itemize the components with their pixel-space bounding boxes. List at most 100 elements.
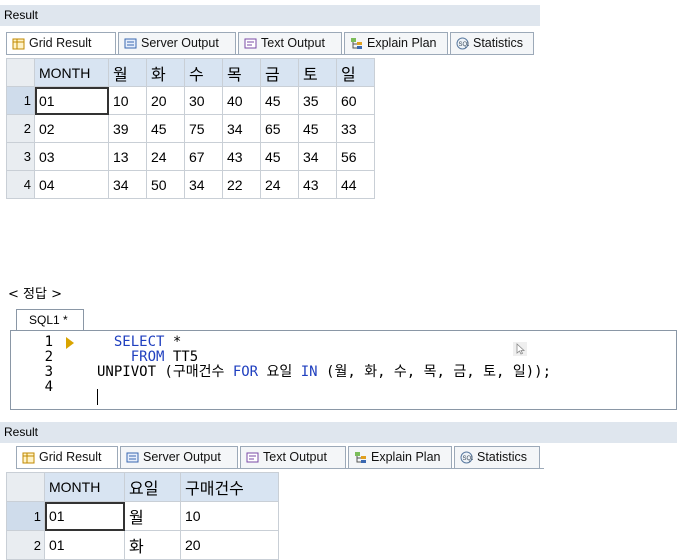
- table-cell[interactable]: 34: [108, 170, 147, 199]
- table-cell[interactable]: 34: [298, 142, 337, 171]
- current-line-arrow-icon: [66, 337, 74, 349]
- column-header[interactable]: 요일: [124, 472, 181, 502]
- table-cell[interactable]: 10: [108, 86, 147, 115]
- sql-editor[interactable]: 1 2 3 4 SELECT * FROM TT5 UNPIVOT (구매건수 …: [10, 330, 677, 410]
- table-cell[interactable]: 01: [34, 86, 109, 115]
- result-title: Result: [4, 425, 39, 439]
- sql-keyword: FROM: [130, 349, 165, 365]
- statistics-icon: SQL: [455, 36, 469, 50]
- table-cell[interactable]: 10: [180, 501, 279, 531]
- result-tab-strip: Grid Result Server Output Text Output Ex…: [16, 446, 544, 470]
- table-cell[interactable]: 13: [108, 142, 147, 171]
- row-number[interactable]: 1: [6, 501, 45, 531]
- result-title: Result: [4, 8, 39, 22]
- tab-sql1[interactable]: SQL1 *: [16, 309, 84, 331]
- table-cell[interactable]: 65: [260, 114, 299, 143]
- table-cell[interactable]: 01: [44, 501, 125, 531]
- table-cell[interactable]: 01: [44, 530, 125, 560]
- table-cell[interactable]: 20: [180, 530, 279, 560]
- table-cell[interactable]: 03: [34, 142, 109, 171]
- table-cell[interactable]: 60: [336, 86, 375, 115]
- sql-keyword: IN: [300, 364, 318, 380]
- table-cell[interactable]: 45: [260, 142, 299, 171]
- sql-keyword: SELECT: [113, 334, 165, 350]
- table-row[interactable]: 1 01 10 20 30 40 45 35 60: [6, 86, 375, 115]
- tab-strip-baseline: [16, 468, 544, 469]
- table-cell[interactable]: 43: [222, 142, 261, 171]
- bottom-result-grid: MONTH 요일 구매건수 1 01 월 10 2 01 화 20: [6, 472, 279, 560]
- table-row[interactable]: 1 01 월 10: [6, 501, 279, 531]
- table-cell[interactable]: 45: [146, 114, 185, 143]
- column-header[interactable]: MONTH: [44, 472, 125, 502]
- table-cell[interactable]: 75: [184, 114, 223, 143]
- table-cell[interactable]: 40: [222, 86, 261, 115]
- tab-statistics[interactable]: SQL Statistics: [450, 32, 534, 54]
- table-cell[interactable]: 67: [184, 142, 223, 171]
- tab-grid-result[interactable]: Grid Result: [16, 446, 118, 469]
- code-line[interactable]: SELECT *: [97, 335, 181, 350]
- row-number[interactable]: 3: [6, 142, 35, 171]
- table-cell[interactable]: 20: [146, 86, 185, 115]
- tab-text-output[interactable]: Text Output: [238, 32, 342, 54]
- table-cell[interactable]: 월: [124, 501, 181, 531]
- table-cell[interactable]: 화: [124, 530, 181, 560]
- table-cell[interactable]: 24: [146, 142, 185, 171]
- text-output-icon: [243, 36, 257, 50]
- column-header[interactable]: 월: [108, 58, 147, 87]
- result-title-bar: Result: [0, 5, 540, 26]
- table-row[interactable]: 2 02 39 45 75 34 65 45 33: [6, 114, 375, 143]
- svg-text:SQL: SQL: [462, 456, 473, 462]
- table-cell[interactable]: 39: [108, 114, 147, 143]
- table-cell[interactable]: 04: [34, 170, 109, 199]
- row-number[interactable]: 4: [6, 170, 35, 199]
- column-header[interactable]: 금: [260, 58, 299, 87]
- table-cell[interactable]: 34: [184, 170, 223, 199]
- column-header[interactable]: 토: [298, 58, 337, 87]
- table-cell[interactable]: 30: [184, 86, 223, 115]
- table-cell[interactable]: 43: [298, 170, 337, 199]
- grid-header-row: MONTH 요일 구매건수: [6, 472, 279, 502]
- table-cell[interactable]: 45: [298, 114, 337, 143]
- column-header[interactable]: 목: [222, 58, 261, 87]
- tab-explain-plan[interactable]: Explain Plan: [348, 446, 452, 468]
- table-cell[interactable]: 44: [336, 170, 375, 199]
- explain-plan-icon: [349, 36, 363, 50]
- column-header[interactable]: 일: [336, 58, 375, 87]
- row-number[interactable]: 1: [6, 86, 35, 115]
- table-cell[interactable]: 24: [260, 170, 299, 199]
- column-header[interactable]: 화: [146, 58, 185, 87]
- sql-keyword: FOR: [232, 364, 259, 380]
- table-cell[interactable]: 35: [298, 86, 337, 115]
- tab-server-output[interactable]: Server Output: [118, 32, 236, 54]
- table-row[interactable]: 3 03 13 24 67 43 45 34 56: [6, 142, 375, 171]
- row-number[interactable]: 2: [6, 530, 45, 560]
- row-number[interactable]: 2: [6, 114, 35, 143]
- explain-plan-icon: [353, 450, 367, 464]
- line-number: 1: [44, 334, 53, 350]
- column-header[interactable]: 구매건수: [180, 472, 279, 502]
- table-cell[interactable]: 34: [222, 114, 261, 143]
- tab-grid-result[interactable]: Grid Result: [6, 32, 116, 55]
- line-number: 2: [44, 349, 53, 365]
- table-cell[interactable]: 22: [222, 170, 261, 199]
- tab-statistics[interactable]: SQL Statistics: [454, 446, 540, 468]
- tab-strip-baseline: [6, 54, 534, 55]
- table-cell[interactable]: 45: [260, 86, 299, 115]
- code-line[interactable]: UNPIVOT (구매건수 FOR 요일 IN (월, 화, 수, 목, 금, …: [97, 365, 551, 380]
- table-cell[interactable]: 56: [336, 142, 375, 171]
- table-row[interactable]: 4 04 34 50 34 22 24 43 44: [6, 170, 375, 199]
- text-caret: [97, 389, 98, 405]
- table-cell[interactable]: 02: [34, 114, 109, 143]
- tab-text-output[interactable]: Text Output: [240, 446, 346, 468]
- tab-server-output[interactable]: Server Output: [120, 446, 238, 468]
- table-cell[interactable]: 50: [146, 170, 185, 199]
- column-header[interactable]: 수: [184, 58, 223, 87]
- tab-explain-plan[interactable]: Explain Plan: [344, 32, 448, 54]
- grid-icon: [11, 36, 25, 50]
- code-line[interactable]: FROM TT5: [97, 350, 198, 365]
- table-row[interactable]: 2 01 화 20: [6, 530, 279, 560]
- table-cell[interactable]: 33: [336, 114, 375, 143]
- column-header[interactable]: MONTH: [34, 58, 109, 87]
- grid-corner: [6, 58, 35, 87]
- result-tab-strip: Grid Result Server Output Text Output Ex…: [6, 32, 534, 56]
